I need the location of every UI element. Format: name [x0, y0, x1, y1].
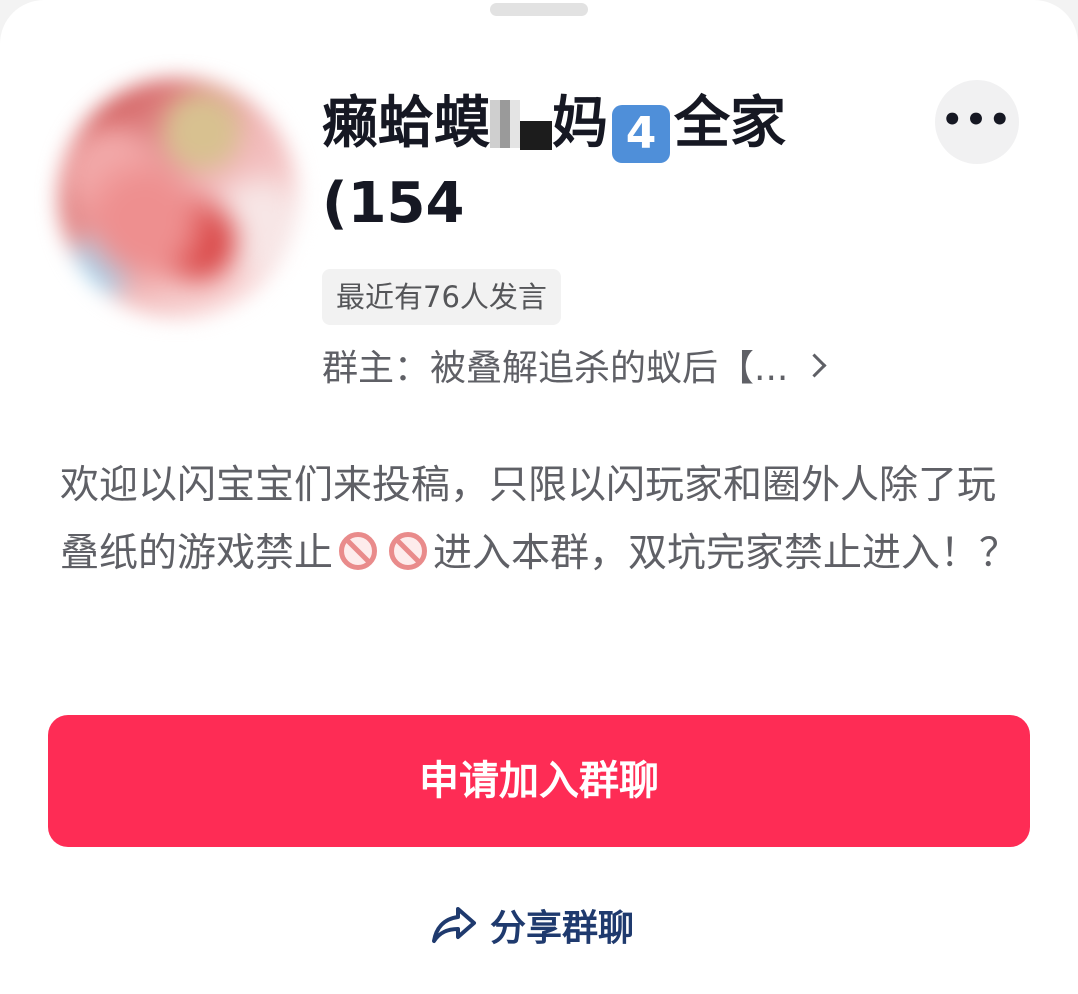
more-dots-icon: ••• — [941, 100, 1013, 140]
more-options-button[interactable]: ••• — [935, 80, 1019, 164]
group-owner-label: 群主：被叠解追杀的蚁后【... — [322, 348, 789, 389]
group-avatar — [58, 78, 298, 318]
group-name-part2: 妈 — [552, 91, 608, 156]
mosaic-redaction — [520, 102, 552, 150]
share-group-link[interactable]: 分享群聊 — [430, 890, 634, 960]
group-description: 欢迎以闪宝宝们来投稿，只限以闪玩家和圈外人除了玩叠纸的游戏禁止 进入本群，双坑完家… — [60, 452, 1020, 588]
group-name-part1: 癞蛤蟆 — [322, 91, 490, 156]
share-arrow-icon — [432, 907, 476, 943]
sheet-drag-handle[interactable] — [490, 3, 588, 16]
apply-join-group-button[interactable]: 申请加入群聊 — [48, 715, 1030, 847]
group-join-sheet: 癞蛤蟆妈 4 全家 (154 ••• 最近有76人发言 群主：被叠解追杀的蚁后【..… — [0, 0, 1078, 994]
share-group-label: 分享群聊 — [490, 908, 635, 949]
chevron-right-icon — [802, 353, 827, 378]
mosaic-redaction — [490, 100, 520, 148]
recent-speakers-badge: 最近有76人发言 — [322, 269, 561, 325]
prohibited-emoji-icon — [339, 532, 378, 570]
group-owner-link[interactable]: 群主：被叠解追杀的蚁后【... — [322, 343, 827, 395]
prohibited-emoji-icon — [389, 532, 428, 570]
keycap-4-emoji: 4 — [612, 105, 670, 163]
group-name: 癞蛤蟆妈 4 全家 (154 — [322, 84, 792, 244]
description-text-2: 进入本群，双坑完家禁止进入！？ — [433, 531, 1019, 576]
